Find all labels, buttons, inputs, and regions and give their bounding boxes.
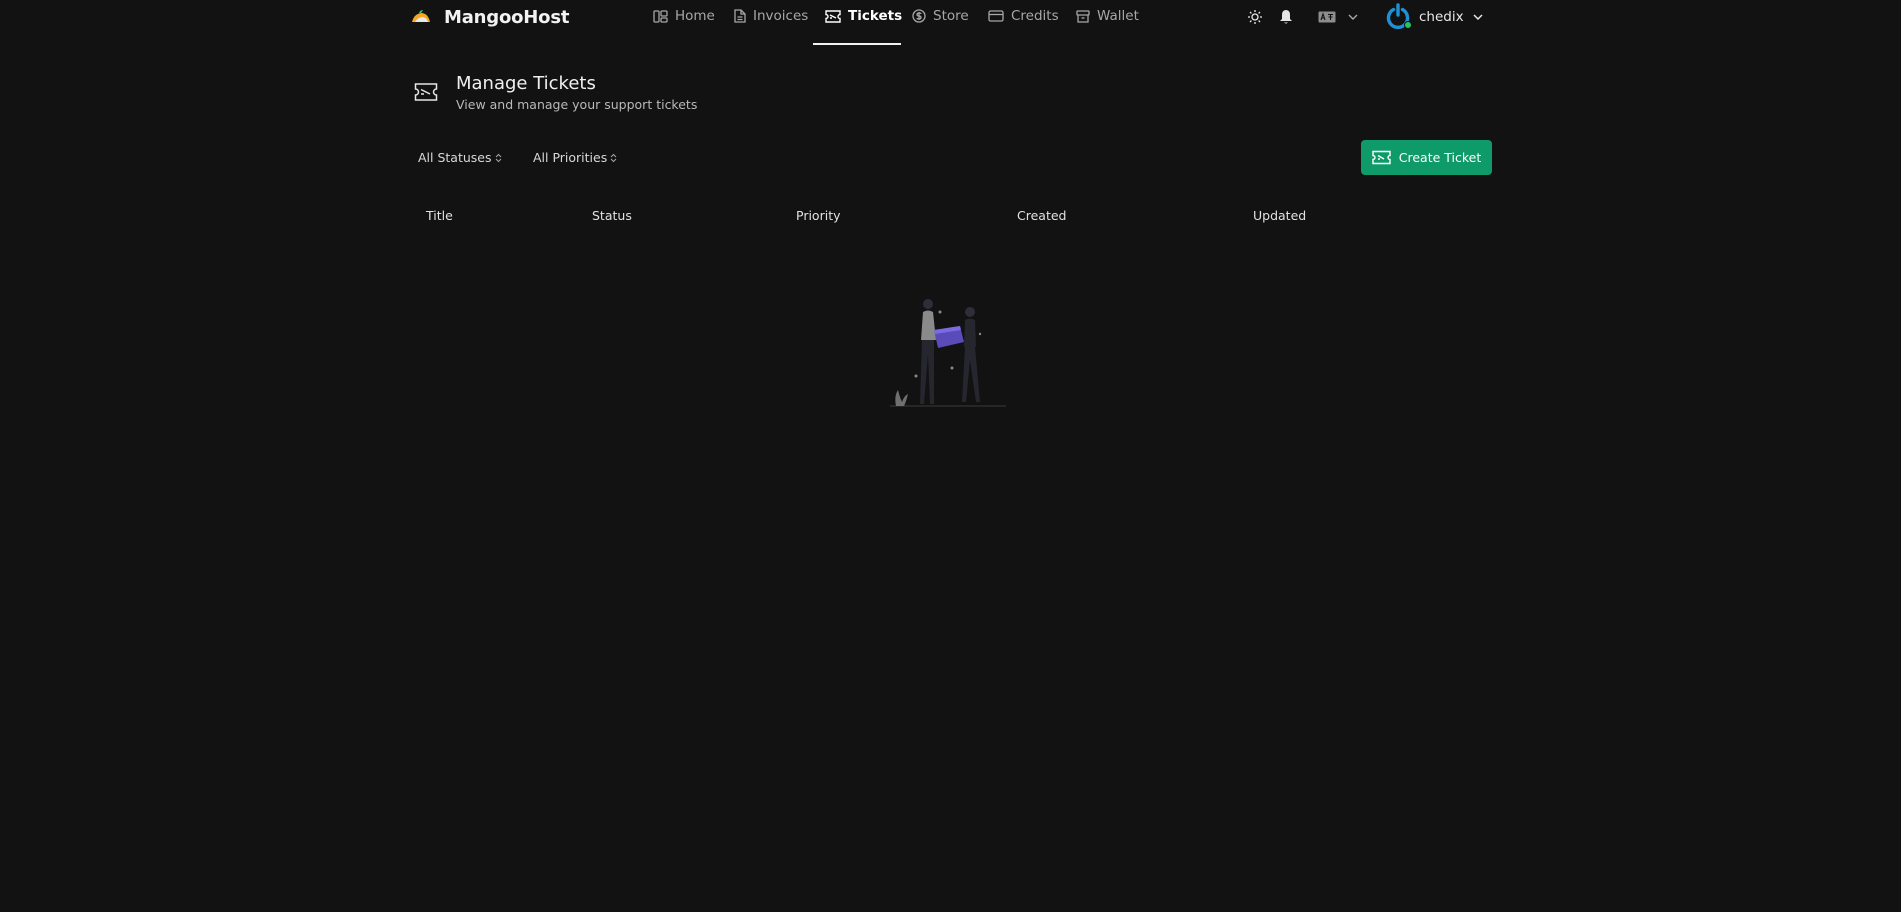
dollar-icon [912,9,926,23]
wallet-icon [1076,9,1090,23]
top-navigation-bar: MangooHost Home Invoices Tickets Store C… [0,0,1901,46]
empty-state-illustration [890,299,1006,407]
page-subtitle: View and manage your support tickets [456,97,698,112]
nav-item-credits[interactable]: Credits [988,0,1059,46]
file-icon [734,9,746,23]
username: chedix [1419,9,1464,25]
column-header-status[interactable]: Status [592,208,632,223]
chevron-down-icon [1473,14,1483,20]
column-header-created[interactable]: Created [1017,208,1066,223]
ticket-icon [825,9,841,23]
nav-item-label: Tickets [848,8,903,24]
priority-filter-value: All Priorities [533,150,608,165]
mango-logo-icon [412,10,430,22]
online-status-dot [1404,21,1412,29]
column-header-title[interactable]: Title [426,208,453,223]
theme-toggle-button[interactable] [1245,5,1265,29]
nav-item-label: Home [675,8,715,24]
avatar [1385,3,1412,29]
notifications-button[interactable] [1276,5,1296,29]
chevron-down-icon [1348,14,1358,20]
nav-item-wallet[interactable]: Wallet [1076,0,1139,46]
nav-item-label: Invoices [753,8,809,24]
page-header: Manage Tickets View and manage your supp… [414,74,697,112]
nav-item-label: Wallet [1097,8,1139,24]
nav-item-label: Store [933,8,969,24]
status-filter-value: All Statuses [418,150,492,165]
language-icon [1318,11,1336,23]
column-header-priority[interactable]: Priority [796,208,841,223]
brand[interactable]: MangooHost [410,5,569,29]
nav-item-store[interactable]: Store [912,0,969,46]
nav-item-label: Credits [1011,8,1059,24]
language-selector[interactable] [1318,5,1362,29]
nav-item-invoices[interactable]: Invoices [734,0,808,46]
create-ticket-button[interactable]: Create Ticket [1361,140,1492,175]
nav-item-tickets[interactable]: Tickets [825,0,902,46]
nav-item-home[interactable]: Home [653,0,715,46]
selector-icon [495,153,502,163]
page-title: Manage Tickets [456,73,596,94]
home-icon [653,9,668,23]
status-filter-select[interactable]: All Statuses [418,150,502,165]
column-header-updated[interactable]: Updated [1253,208,1306,223]
ticket-icon [414,83,438,101]
brand-name: MangooHost [444,6,570,28]
selector-icon [610,153,617,163]
bell-icon [1280,10,1292,24]
priority-filter-select[interactable]: All Priorities [533,150,617,165]
ticket-icon [1372,150,1391,165]
create-ticket-label: Create Ticket [1398,150,1482,165]
active-tab-indicator [813,43,901,45]
sun-icon [1248,10,1262,24]
user-menu-button[interactable]: chedix [1385,3,1483,29]
credit-card-icon [988,10,1004,22]
